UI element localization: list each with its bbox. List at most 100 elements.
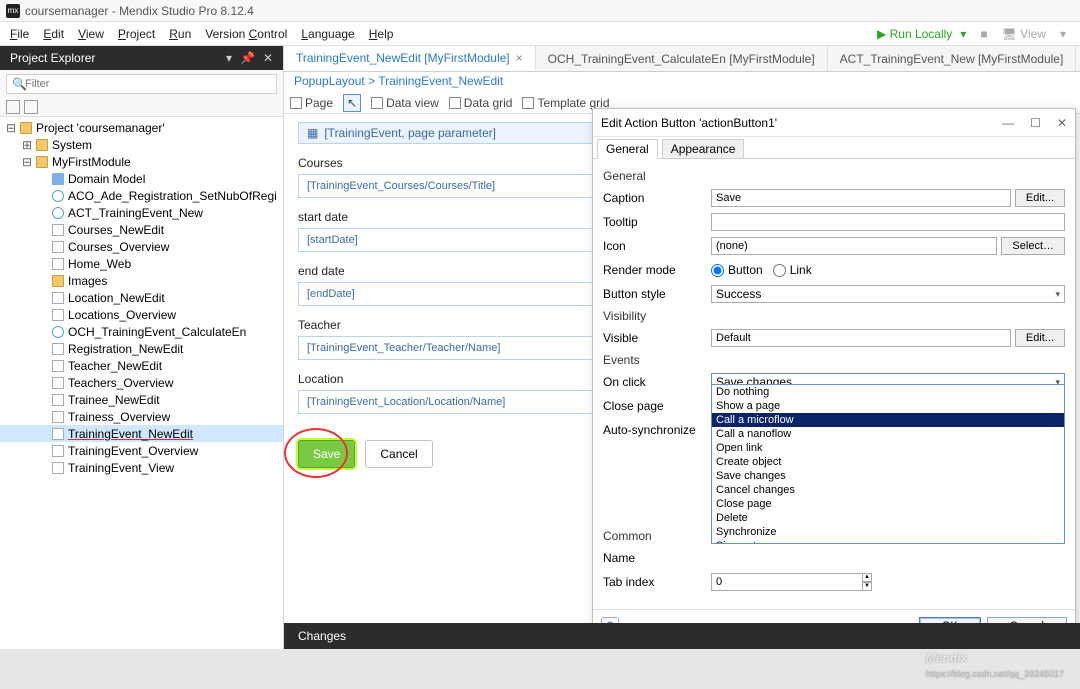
run-dropdown-icon[interactable]: ▾ (960, 27, 966, 41)
tree-item[interactable]: Teachers_Overview (0, 374, 283, 391)
cancel-button[interactable]: Cancel (365, 440, 432, 468)
minimize-icon[interactable]: — (1002, 116, 1014, 130)
menu-project[interactable]: Project (118, 27, 155, 41)
menu-version-control[interactable]: Version Control (205, 27, 287, 41)
tree-item[interactable]: Images (0, 272, 283, 289)
menu-view[interactable]: View (78, 27, 104, 41)
tree-item[interactable]: Teacher_NewEdit (0, 357, 283, 374)
tooltip-input[interactable] (711, 213, 1065, 231)
breadcrumb[interactable]: PopupLayout > TrainingEvent_NewEdit (284, 72, 1080, 92)
menu-file[interactable]: File (10, 27, 29, 41)
tree-item[interactable]: Home_Web (0, 255, 283, 272)
tree-item[interactable]: ACT_TrainingEvent_New (0, 204, 283, 221)
tabindex-input[interactable] (711, 573, 863, 591)
dialog-tabs: General Appearance (593, 137, 1075, 159)
menu-language[interactable]: Language (301, 27, 354, 41)
view-dropdown-icon[interactable]: ▾ (1060, 27, 1066, 41)
caption-edit-button[interactable]: Edit... (1015, 189, 1065, 207)
close-icon[interactable]: ✕ (1057, 116, 1067, 130)
tool-dataview[interactable]: Data view (371, 96, 439, 110)
stop-button[interactable]: ■ (980, 27, 987, 41)
tree-project[interactable]: ⊟Project 'coursemanager' (0, 119, 283, 136)
caption-input[interactable] (711, 189, 1011, 207)
menu-edit[interactable]: Edit (43, 27, 64, 41)
dropdown-option[interactable]: Open link (712, 441, 1064, 455)
style-label: Button style (603, 287, 711, 301)
maximize-icon[interactable]: ☐ (1030, 116, 1041, 130)
dropdown-option[interactable]: Sign out (712, 539, 1064, 544)
close-panel-icon[interactable]: ✕ (263, 51, 273, 65)
autosync-label: Auto-synchronize (603, 423, 711, 437)
style-select[interactable]: Success▾ (711, 285, 1065, 303)
tree-item[interactable]: Trainess_Overview (0, 408, 283, 425)
tree-system[interactable]: ⊞System (0, 136, 283, 153)
tree-item[interactable]: Courses_NewEdit (0, 221, 283, 238)
document-tab[interactable]: TrainingEvent_NewEdit [MyFirstModule]× (284, 46, 536, 71)
tree-module[interactable]: ⊟MyFirstModule (0, 153, 283, 170)
dropdown-option[interactable]: Close page (712, 497, 1064, 511)
expand-icon[interactable] (6, 100, 20, 114)
onclick-dropdown[interactable]: Do nothingShow a pageCall a microflowCal… (711, 384, 1065, 544)
render-link-radio[interactable]: Link (773, 263, 812, 277)
dropdown-option[interactable]: Do nothing (712, 385, 1064, 399)
document-tab[interactable]: OCH_TrainingEvent_CalculateEn [MyFirstMo… (536, 46, 828, 71)
dropdown-option[interactable]: Call a microflow (712, 413, 1064, 427)
explorer-toolbar (0, 98, 283, 117)
tab-close-icon[interactable]: × (516, 51, 523, 65)
document-tab[interactable]: ACT_TrainingEvent_New [MyFirstModule] (828, 46, 1077, 71)
view-button[interactable]: 🖥 View (1002, 27, 1046, 41)
render-label: Render mode (603, 263, 711, 277)
pin-icon[interactable]: ▾ (226, 51, 232, 65)
menu-help[interactable]: Help (369, 27, 394, 41)
dropdown-option[interactable]: Save changes (712, 469, 1064, 483)
closepage-label: Close page (603, 399, 711, 413)
tool-datagrid[interactable]: Data grid (449, 96, 513, 110)
dropdown-option[interactable]: Synchronize (712, 525, 1064, 539)
tree-item[interactable]: Registration_NewEdit (0, 340, 283, 357)
tree-item[interactable]: Location_NewEdit (0, 289, 283, 306)
visible-input[interactable] (711, 329, 1011, 347)
tooltip-label: Tooltip (603, 215, 711, 229)
save-button[interactable]: Save (298, 440, 355, 468)
tree-item[interactable]: ACO_Ade_Registration_SetNubOfRegi (0, 187, 283, 204)
window-title: coursemanager - Mendix Studio Pro 8.12.4 (25, 4, 254, 18)
dropdown-option[interactable]: Delete (712, 511, 1064, 525)
tab-appearance[interactable]: Appearance (662, 139, 745, 159)
title-bar: mx coursemanager - Mendix Studio Pro 8.1… (0, 0, 1080, 22)
changes-panel[interactable]: Changes (284, 623, 1080, 649)
tree-item[interactable]: Locations_Overview (0, 306, 283, 323)
visible-edit-button[interactable]: Edit... (1015, 329, 1065, 347)
filter-input[interactable] (6, 74, 277, 94)
tree-item[interactable]: OCH_TrainingEvent_CalculateEn (0, 323, 283, 340)
tool-pointer[interactable]: ↖ (343, 94, 361, 112)
run-locally-button[interactable]: ▶ Run Locally (877, 27, 952, 41)
caption-label: Caption (603, 191, 711, 205)
tree-item[interactable]: Trainee_NewEdit (0, 391, 283, 408)
tabindex-up-icon[interactable]: ▲ (862, 573, 872, 582)
dropdown-option[interactable]: Call a nanoflow (712, 427, 1064, 441)
icon-input[interactable] (711, 237, 997, 255)
pin2-icon[interactable]: 📌 (240, 51, 255, 65)
dialog-title-bar[interactable]: Edit Action Button 'actionButton1' — ☐ ✕ (593, 109, 1075, 137)
collapse-icon[interactable] (24, 100, 38, 114)
dropdown-option[interactable]: Create object (712, 455, 1064, 469)
tree-item[interactable]: Courses_Overview (0, 238, 283, 255)
render-button-radio[interactable]: Button (711, 263, 763, 277)
explorer-tree[interactable]: ⊟Project 'coursemanager' ⊞System ⊟MyFirs… (0, 117, 283, 649)
tabindex-down-icon[interactable]: ▼ (862, 582, 872, 591)
dropdown-option[interactable]: Show a page (712, 399, 1064, 413)
tool-page[interactable]: Page (290, 96, 333, 110)
icon-label: Icon (603, 239, 711, 253)
tree-item[interactable]: TrainingEvent_NewEdit (0, 425, 283, 442)
tree-item[interactable]: Domain Model (0, 170, 283, 187)
tab-general[interactable]: General (597, 139, 658, 159)
dropdown-option[interactable]: Cancel changes (712, 483, 1064, 497)
tree-item[interactable]: TrainingEvent_View (0, 459, 283, 476)
edit-action-button-dialog: Edit Action Button 'actionButton1' — ☐ ✕… (592, 108, 1076, 642)
menu-run[interactable]: Run (169, 27, 191, 41)
section-general: General (603, 169, 1065, 183)
explorer-title: Project Explorer (10, 51, 95, 65)
icon-select-button[interactable]: Select… (1001, 237, 1065, 255)
name-label: Name (603, 551, 711, 565)
tree-item[interactable]: TrainingEvent_Overview (0, 442, 283, 459)
